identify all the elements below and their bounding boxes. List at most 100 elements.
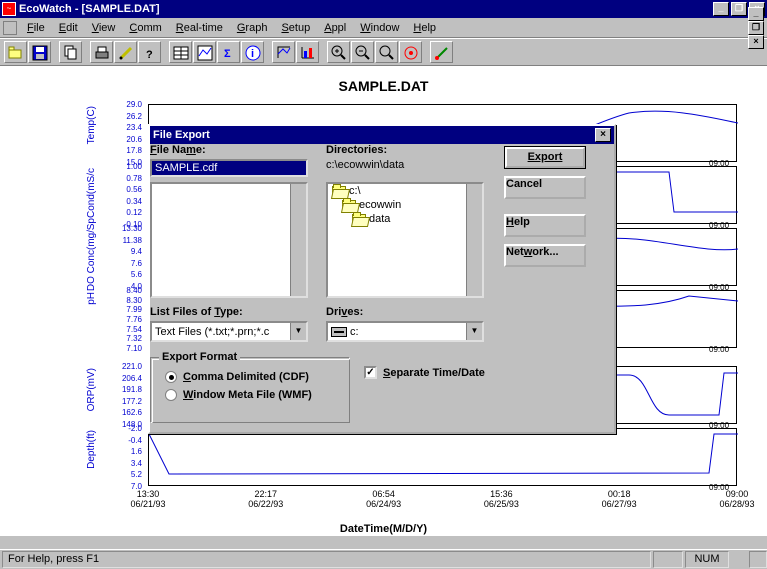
status-num-pane: NUM	[685, 551, 729, 568]
tool-chart-icon[interactable]	[193, 41, 216, 63]
dir-label: c:\	[349, 185, 361, 197]
menu-file[interactable]: File	[21, 20, 51, 36]
mdi-restore-button[interactable]: ❐	[748, 21, 764, 35]
drives-combo[interactable]: c: ▼	[326, 321, 484, 342]
radio-wmf[interactable]: Window Meta File (WMF)	[165, 388, 312, 402]
minimize-button[interactable]: _	[713, 2, 729, 16]
export-button[interactable]: Export	[504, 146, 586, 169]
y-tick: 0.78	[112, 174, 142, 183]
drive-icon	[331, 327, 347, 337]
cancel-button[interactable]: Cancel	[504, 176, 586, 199]
menu-window[interactable]: Window	[354, 20, 405, 36]
network-button[interactable]: Network...	[504, 244, 586, 267]
status-help-pane: For Help, press F1	[2, 551, 651, 568]
directories-label: Directories:	[326, 144, 387, 156]
app-titlebar: ~ EcoWatch - [SAMPLE.DAT] _ ❐ ×	[0, 0, 767, 18]
types-label: List Files of Type:	[150, 306, 243, 318]
x-tick: 09:0006/28/93	[707, 489, 767, 509]
x-axis-label: DateTime(M/D/Y)	[0, 523, 767, 535]
dropdown-arrow-icon[interactable]: ▼	[290, 323, 306, 340]
tool-annotate-icon[interactable]	[430, 41, 453, 63]
tool-graph1-icon[interactable]	[272, 41, 295, 63]
tool-help-icon[interactable]: ?	[138, 41, 161, 63]
y-tick: 177.2	[112, 397, 142, 406]
menu-edit[interactable]: Edit	[53, 20, 84, 36]
file-listbox[interactable]	[150, 182, 308, 298]
radio-off-icon	[165, 389, 177, 401]
menu-help[interactable]: Help	[407, 20, 442, 36]
separate-time-date-checkbox[interactable]: ✓ Separate Time/Date	[364, 366, 485, 379]
y-tick: 7.76	[112, 315, 142, 324]
dialog-titlebar[interactable]: File Export ×	[150, 126, 614, 144]
y-tick: 0.34	[112, 197, 142, 206]
menu-view[interactable]: View	[86, 20, 122, 36]
y-tick: 5.2	[112, 470, 142, 479]
y-tick: 1.00	[112, 162, 142, 171]
tool-zoomfit-icon[interactable]	[375, 41, 398, 63]
dir-item-ecowwin[interactable]: ecowwin	[328, 198, 482, 212]
dropdown-arrow-icon[interactable]: ▼	[466, 323, 482, 340]
file-export-dialog: File Export × File Name: SAMPLE.cdf Dire…	[148, 124, 616, 434]
y-tick: 191.8	[112, 385, 142, 394]
file-list-scrollbar[interactable]	[290, 184, 306, 296]
plot-panel	[148, 428, 737, 486]
help-button[interactable]: Help	[504, 214, 586, 237]
tool-zoomout-icon[interactable]	[351, 41, 374, 63]
y-tick: 0.12	[112, 208, 142, 217]
dir-item-root[interactable]: c:\	[328, 184, 482, 198]
y-tick: 20.6	[112, 135, 142, 144]
tool-info-icon[interactable]: i	[241, 41, 264, 63]
y-tick: 7.54	[112, 325, 142, 334]
status-pane	[749, 551, 767, 568]
tool-graph2-icon[interactable]	[296, 41, 319, 63]
y-tick: 1.6	[112, 447, 142, 456]
dialog-close-button[interactable]: ×	[595, 128, 611, 142]
chart-title: SAMPLE.DAT	[0, 78, 767, 94]
tool-open-icon[interactable]	[4, 41, 27, 63]
app-icon: ~	[2, 2, 16, 16]
x-tick: 13:3006/21/93	[118, 489, 178, 509]
filename-input[interactable]: SAMPLE.cdf	[150, 159, 308, 177]
tool-save-icon[interactable]	[28, 41, 51, 63]
radio-on-icon	[165, 371, 177, 383]
drives-label: Drives:	[326, 306, 363, 318]
y-tick: 23.4	[112, 123, 142, 132]
export-format-group: Export Format Comma Delimited (CDF) Wind…	[150, 357, 350, 423]
tool-copy-icon[interactable]	[59, 41, 82, 63]
mdi-doc-icon[interactable]	[3, 21, 17, 35]
filetype-combo[interactable]: Text Files (*.txt;*.prn;*.c ▼	[150, 321, 308, 342]
menu-bar: File Edit View Comm Real-time Graph Setu…	[0, 18, 767, 38]
menu-realtime[interactable]: Real-time	[170, 20, 229, 36]
toolbar: ? Σ i	[0, 38, 767, 66]
y-tick: 29.0	[112, 100, 142, 109]
menu-comm[interactable]: Comm	[123, 20, 167, 36]
dir-item-data[interactable]: data	[328, 212, 482, 226]
y-tick: 9.4	[112, 247, 142, 256]
y-tick: 13.30	[112, 224, 142, 233]
filetype-value: Text Files (*.txt;*.prn;*.c	[152, 323, 290, 340]
y-tick: 3.4	[112, 459, 142, 468]
tool-edit-icon[interactable]	[114, 41, 137, 63]
menu-graph[interactable]: Graph	[231, 20, 274, 36]
y-tick: 0.56	[112, 185, 142, 194]
tool-print-icon[interactable]	[90, 41, 113, 63]
checkbox-checked-icon: ✓	[364, 366, 377, 379]
x-tick: 22:1706/22/93	[236, 489, 296, 509]
tool-table-icon[interactable]	[169, 41, 192, 63]
menu-appl[interactable]: Appl	[318, 20, 352, 36]
y-tick: 11.38	[112, 236, 142, 245]
tool-zoomin-icon[interactable]	[327, 41, 350, 63]
mdi-close-button[interactable]: ×	[748, 35, 764, 49]
tool-stats-icon[interactable]: Σ	[217, 41, 240, 63]
radio-cdf[interactable]: Comma Delimited (CDF)	[165, 370, 312, 384]
mdi-minimize-button[interactable]: _	[748, 7, 764, 21]
y-axis-label: Temp(C)	[86, 106, 97, 144]
y-tick: 26.2	[112, 112, 142, 121]
menu-setup[interactable]: Setup	[275, 20, 316, 36]
directory-listbox[interactable]: c:\ ecowwin data	[326, 182, 484, 298]
folder-open-icon	[332, 186, 346, 197]
tool-center-icon[interactable]	[399, 41, 422, 63]
y-tick: -2.0	[112, 424, 142, 433]
maximize-button[interactable]: ❐	[731, 2, 747, 16]
dir-list-scrollbar[interactable]	[466, 184, 482, 296]
